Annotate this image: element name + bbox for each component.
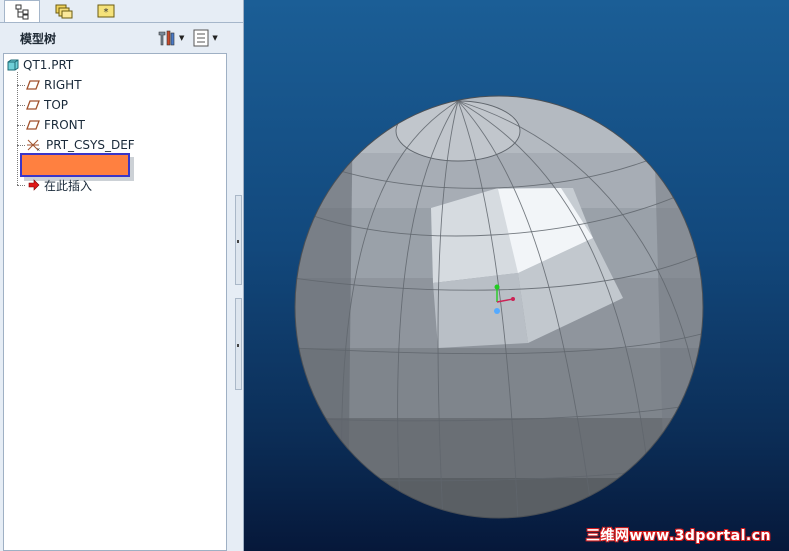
model-tree-header: 模型树 ▼ ▼	[0, 22, 243, 53]
svg-text:*: *	[104, 7, 109, 18]
selected-feature-highlight[interactable]	[20, 153, 130, 177]
watermark: 三维网www.3dportal.cn	[585, 528, 771, 544]
show-dropdown-arrow[interactable]: ▼	[212, 34, 217, 42]
tree-item-csys[interactable]: x PRT_CSYS_DEF	[26, 136, 135, 154]
tree-connector	[17, 72, 18, 185]
tree-connector	[17, 145, 25, 146]
tree-item-top[interactable]: TOP	[26, 96, 68, 114]
insert-arrow-icon	[28, 179, 40, 191]
panel-splitter[interactable]	[234, 195, 243, 390]
show-options-icon[interactable]	[193, 29, 209, 47]
tree-item-label: PRT_CSYS_DEF	[46, 138, 135, 152]
folder-browser-icon	[55, 4, 73, 19]
splitter-dot	[237, 240, 239, 243]
tree-item-label: FRONT	[44, 118, 85, 132]
tab-folder-browser[interactable]	[46, 0, 82, 22]
tree-root[interactable]: QT1.PRT	[7, 56, 73, 74]
tab-favorites[interactable]: *	[88, 0, 124, 22]
navigator-panel: * 模型树 ▼ ▼ QT1.PRT RIGHT TOP FRONT x PRT_…	[0, 0, 244, 551]
datum-plane-icon	[26, 100, 40, 110]
model-tree-icon	[15, 4, 29, 19]
tree-item-right[interactable]: RIGHT	[26, 76, 82, 94]
tree-root-label: QT1.PRT	[23, 58, 74, 72]
model-tree: QT1.PRT RIGHT TOP FRONT x PRT_CSYS_DEF 在…	[3, 53, 227, 551]
tab-model-tree[interactable]	[4, 0, 40, 22]
tree-insert-here[interactable]: 在此插入	[28, 176, 92, 194]
part-icon	[7, 59, 19, 71]
tree-connector	[17, 125, 25, 126]
coordinate-system-icon: x	[27, 139, 40, 152]
tree-connector	[17, 85, 25, 86]
settings-tools-icon[interactable]	[156, 29, 176, 47]
graphics-viewport[interactable]: 三维网www.3dportal.cn	[244, 0, 789, 551]
tree-connector	[17, 185, 25, 186]
settings-dropdown-arrow[interactable]: ▼	[179, 34, 184, 42]
model-tree-title: 模型树	[20, 32, 57, 46]
tree-item-label: TOP	[44, 98, 69, 112]
insert-here-label: 在此插入	[44, 178, 93, 193]
model-tree-toolbar: ▼ ▼	[156, 29, 224, 47]
favorites-icon: *	[97, 4, 115, 18]
tree-connector	[17, 105, 25, 106]
tree-item-front[interactable]: FRONT	[26, 116, 85, 134]
tree-item-label: RIGHT	[44, 78, 82, 92]
coordinate-system-triad-icon	[494, 284, 515, 314]
svg-text:x: x	[37, 147, 40, 152]
navigator-tabs: *	[0, 0, 244, 24]
datum-plane-icon	[26, 120, 40, 130]
splitter-dot	[237, 344, 239, 347]
datum-plane-icon	[26, 80, 40, 90]
